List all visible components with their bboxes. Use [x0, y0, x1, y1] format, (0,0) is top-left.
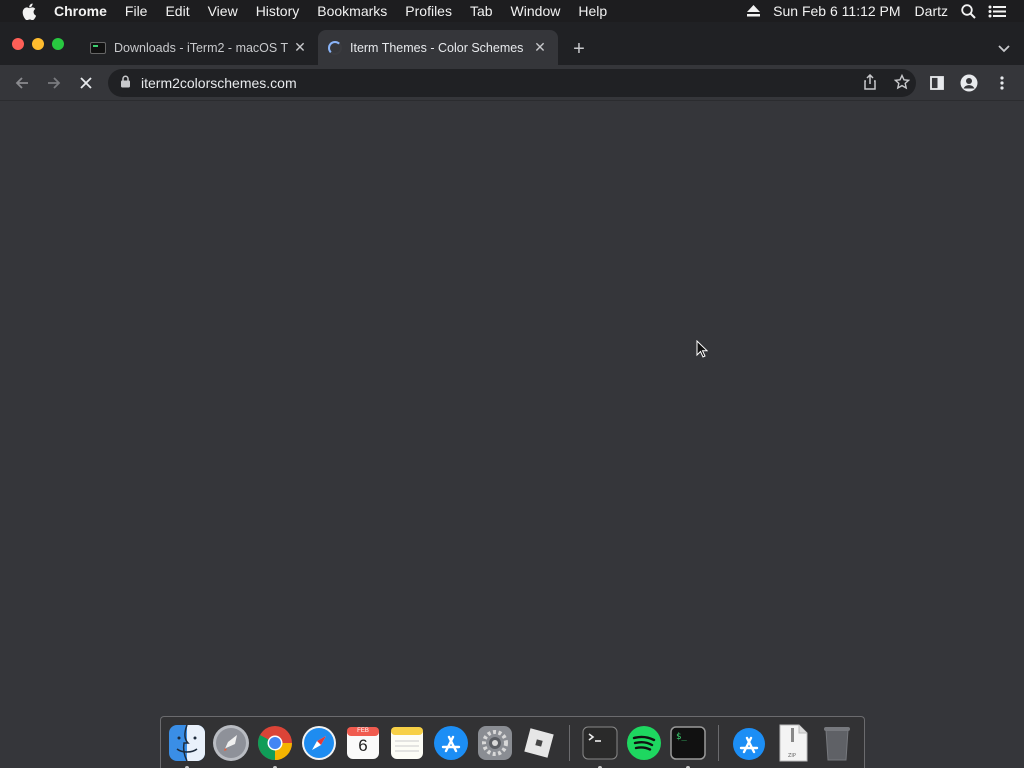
tab-close-icon[interactable]: ✕ [292, 39, 308, 56]
control-center-icon[interactable] [982, 5, 1012, 18]
tab-title: Iterm Themes - Color Schemes [350, 40, 524, 55]
calendar-day: 6 [358, 735, 368, 755]
menu-help[interactable]: Help [569, 3, 616, 19]
dock-notes[interactable] [387, 723, 427, 763]
eject-icon[interactable] [741, 5, 766, 17]
menu-bar-user[interactable]: Dartz [908, 3, 955, 19]
menu-tab[interactable]: Tab [461, 3, 502, 19]
share-icon[interactable] [862, 73, 878, 93]
terminal-icon [582, 726, 618, 759]
close-window-button[interactable] [12, 38, 24, 50]
spotify-icon [627, 725, 661, 760]
fullscreen-window-button[interactable] [52, 38, 64, 50]
omnibox-actions [862, 73, 916, 93]
loading-spinner-icon [328, 40, 342, 55]
menu-app-name[interactable]: Chrome [52, 3, 116, 19]
dock-separator [718, 724, 719, 761]
trash-icon [824, 726, 850, 760]
tab-search-chevron-icon[interactable] [998, 40, 1010, 58]
stop-loading-button[interactable] [72, 69, 100, 97]
dock-safari[interactable] [299, 723, 339, 763]
web-page-content[interactable] [0, 102, 1024, 714]
menu-file[interactable]: File [116, 3, 157, 19]
tab-downloads-iterm2[interactable]: Downloads - iTerm2 - macOS T ✕ [80, 30, 319, 65]
macos-menu-bar: Chrome File Edit View History Bookmarks … [0, 0, 1024, 22]
menu-view[interactable]: View [199, 3, 247, 19]
dock-finder[interactable] [167, 723, 207, 768]
close-icon [80, 76, 92, 89]
iterm2-icon: $_ [670, 725, 706, 760]
chrome-icon [258, 725, 292, 760]
profile-button[interactable] [955, 69, 983, 97]
tab-title: Downloads - iTerm2 - macOS T [114, 40, 289, 55]
address-bar[interactable]: iterm2colorschemes.com [108, 69, 916, 97]
dock-calendar[interactable]: FEB 6 [343, 723, 383, 763]
calendar-month: FEB [357, 727, 369, 734]
tab-close-icon[interactable]: ✕ [532, 39, 548, 56]
dock-zip-archive[interactable]: ZIP [773, 723, 813, 763]
profile-avatar-icon [960, 74, 978, 91]
spotlight-search-icon[interactable] [955, 3, 982, 19]
launchpad-rocket-icon [213, 724, 249, 761]
tab-iterm-themes[interactable]: Iterm Themes - Color Schemes ✕ [318, 30, 558, 65]
svg-text:ZIP: ZIP [788, 753, 796, 759]
arrow-right-icon [48, 76, 61, 89]
forward-button[interactable] [40, 69, 68, 97]
dock-separator [569, 724, 570, 761]
dock-system-preferences[interactable] [475, 723, 515, 763]
dock-app-store-downloads[interactable] [729, 723, 769, 763]
lock-icon[interactable] [120, 75, 131, 91]
safari-compass-icon [302, 725, 336, 760]
mouse-pointer-icon [696, 339, 709, 363]
window-controls [12, 38, 64, 50]
browser-tab-strip: Downloads - iTerm2 - macOS T ✕ Iterm The… [0, 22, 1024, 65]
app-store-downloads-icon [733, 727, 765, 760]
menu-bookmarks[interactable]: Bookmarks [308, 3, 396, 19]
zip-file-icon: ZIP [779, 724, 808, 761]
menu-profiles[interactable]: Profiles [396, 3, 461, 19]
bookmark-star-icon[interactable] [893, 73, 911, 93]
dock-terminal[interactable] [580, 723, 620, 768]
menu-window[interactable]: Window [502, 3, 570, 19]
new-tab-button[interactable]: + [568, 38, 590, 60]
minimize-window-button[interactable] [32, 38, 44, 50]
menu-history[interactable]: History [247, 3, 309, 19]
side-panel-icon [930, 75, 944, 90]
dock-iterm2[interactable]: $_ [668, 723, 708, 768]
browser-toolbar: iterm2colorschemes.com [0, 65, 1024, 101]
back-button[interactable] [8, 69, 36, 97]
side-panel-button[interactable] [923, 69, 951, 97]
roblox-icon [524, 727, 554, 758]
iterm-favicon-icon [90, 41, 106, 54]
dock-chrome[interactable] [255, 723, 295, 768]
more-vertical-icon [1000, 75, 1004, 90]
menu-bar-clock[interactable]: Sun Feb 6 11:12 PM [766, 3, 907, 19]
chrome-menu-button[interactable] [988, 69, 1016, 97]
app-store-icon [434, 725, 468, 760]
desktop-screen: Chrome File Edit View History Bookmarks … [0, 0, 1024, 768]
arrow-left-icon [15, 76, 28, 89]
macos-dock: FEB 6 $_ ZIP [160, 716, 865, 768]
menu-edit[interactable]: Edit [156, 3, 198, 19]
menu-bar-status-area: Sun Feb 6 11:12 PM Dartz [741, 3, 1024, 19]
dock-trash[interactable] [817, 723, 857, 763]
dock-app-store[interactable] [431, 723, 471, 763]
notes-icon [391, 726, 423, 759]
dock-spotify[interactable] [624, 723, 664, 763]
finder-icon [169, 724, 205, 761]
svg-text:$_: $_ [676, 732, 687, 742]
address-bar-url[interactable]: iterm2colorschemes.com [141, 75, 297, 91]
apple-menu-icon[interactable] [18, 3, 40, 20]
dock-roblox[interactable] [519, 723, 559, 763]
system-preferences-gear-icon [478, 725, 512, 760]
dock-launchpad[interactable] [211, 723, 251, 763]
